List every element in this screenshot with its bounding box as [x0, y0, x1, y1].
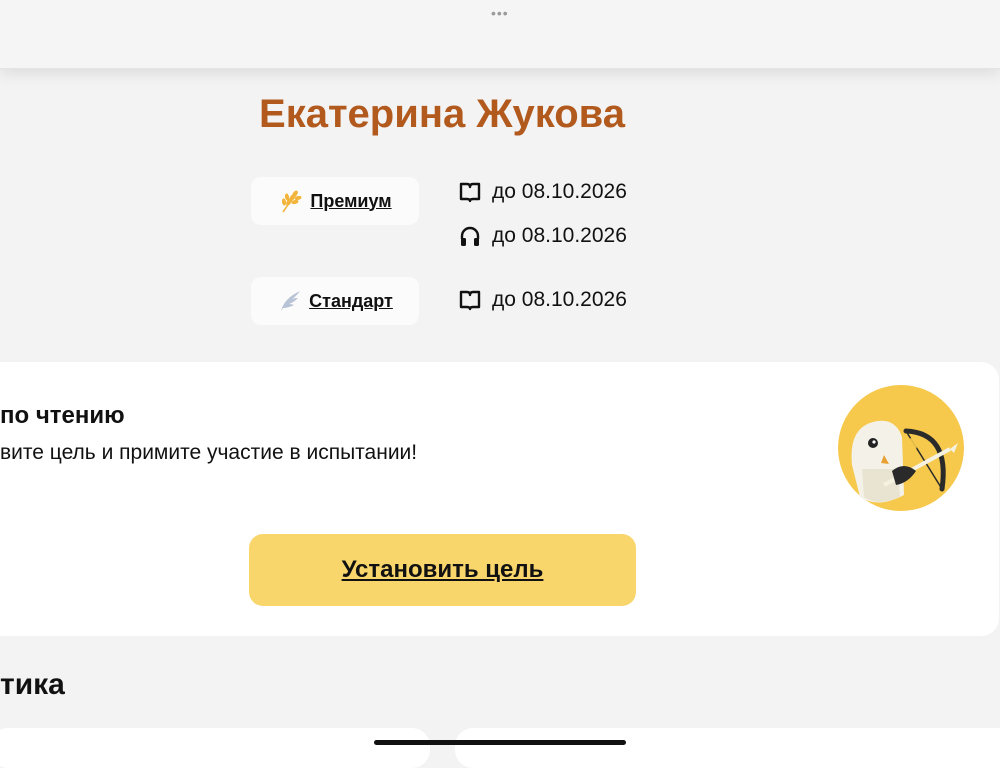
- set-goal-button[interactable]: Установить цель: [249, 534, 636, 606]
- validity-text: до 08.10.2026: [492, 180, 627, 203]
- profile-name: Екатерина Жукова: [259, 92, 625, 136]
- subscription-label: Стандарт: [309, 290, 393, 311]
- subscription-label: Премиум: [310, 190, 392, 211]
- subscription-badge-standard[interactable]: Стандарт: [251, 277, 419, 325]
- subscription-badge-premium[interactable]: Премиум: [251, 177, 419, 225]
- wing-icon: [281, 291, 301, 311]
- challenge-title: по чтению: [0, 402, 125, 429]
- headphones-icon: [460, 226, 480, 246]
- wheat-icon: [282, 190, 302, 213]
- premium-audio-validity: до 08.10.2026: [458, 224, 627, 248]
- owl-archer-illustration: [838, 385, 964, 511]
- top-sheet: •••: [0, 0, 1000, 69]
- stats-card-left[interactable]: [0, 728, 430, 768]
- validity-text: до 08.10.2026: [492, 288, 627, 311]
- challenge-description: вите цель и примите участие в испытании!: [0, 441, 418, 464]
- premium-book-validity: до 08.10.2026: [458, 180, 627, 204]
- home-indicator[interactable]: [374, 740, 626, 745]
- standard-book-validity: до 08.10.2026: [458, 288, 627, 312]
- stats-card-right[interactable]: [455, 728, 1000, 768]
- statistics-section-title: тика: [0, 668, 65, 701]
- more-dots-icon[interactable]: •••: [491, 6, 509, 20]
- book-icon: [459, 182, 481, 203]
- validity-text: до 08.10.2026: [492, 224, 627, 247]
- book-icon: [459, 290, 481, 311]
